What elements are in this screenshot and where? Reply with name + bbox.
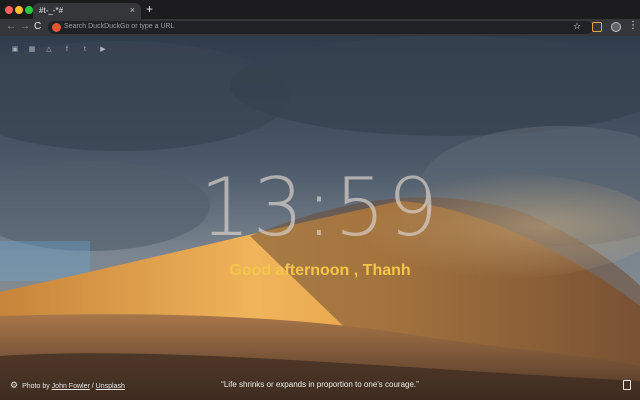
greeting-text: Good afternoon , Thanh xyxy=(229,262,411,279)
quote-text: “Life shrinks or expands in proportion t… xyxy=(221,380,419,389)
image-icon[interactable]: ▣ xyxy=(10,45,20,55)
tab-title: #t-_-*# xyxy=(39,6,64,15)
profile-avatar[interactable] xyxy=(611,22,621,32)
panel-icon[interactable] xyxy=(623,380,631,390)
tab-close-icon[interactable]: × xyxy=(130,5,135,15)
drive-icon[interactable]: △ xyxy=(44,45,54,55)
calendar-icon[interactable]: ▦ xyxy=(27,45,37,55)
twitter-icon[interactable]: t xyxy=(80,45,90,55)
address-bar[interactable]: Search DuckDuckGo or type a URL xyxy=(48,21,593,34)
tab-active[interactable]: #t-_-*# × xyxy=(33,3,141,19)
close-window-button[interactable] xyxy=(5,6,13,14)
clock-time: 13:59 xyxy=(199,161,441,254)
forward-icon[interactable]: → xyxy=(20,21,30,33)
back-icon[interactable]: ← xyxy=(6,21,16,33)
maximize-window-button[interactable] xyxy=(25,6,33,14)
menu-icon[interactable]: ⋮ xyxy=(628,20,638,32)
facebook-icon[interactable]: f xyxy=(62,45,72,55)
toolbar: ← → C Search DuckDuckGo or type a URL ☆ … xyxy=(0,19,640,36)
new-tab-button[interactable]: + xyxy=(146,2,153,16)
tab-bar: #t-_-*# × + xyxy=(0,0,640,19)
bookmark-star-icon[interactable]: ☆ xyxy=(573,21,581,32)
minimize-window-button[interactable] xyxy=(15,6,23,14)
extension-icon[interactable] xyxy=(592,22,602,32)
reload-icon[interactable]: C xyxy=(34,21,41,33)
duckduckgo-icon xyxy=(52,23,61,32)
youtube-icon[interactable]: ▶ xyxy=(98,45,108,55)
address-placeholder: Search DuckDuckGo or type a URL xyxy=(64,23,175,30)
